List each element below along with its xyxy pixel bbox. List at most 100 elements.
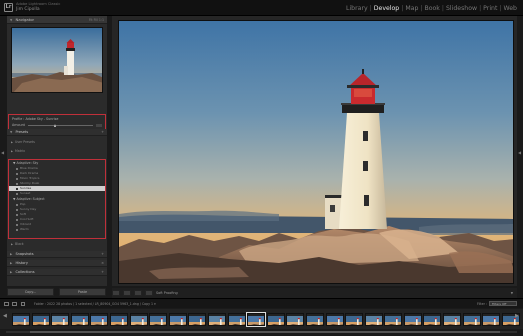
- module-map[interactable]: Map: [405, 5, 418, 12]
- lighthouse-photo: [119, 21, 513, 283]
- amount-value-field[interactable]: [96, 123, 102, 127]
- thumbnail-image: [13, 315, 29, 325]
- collections-title: Collections: [15, 270, 35, 274]
- history-header[interactable]: ▶ History ×: [7, 260, 107, 267]
- filmstrip-thumbnail[interactable]: [90, 312, 109, 326]
- before-after-button[interactable]: [123, 290, 131, 296]
- main-photo[interactable]: [118, 20, 514, 284]
- add-collection-icon[interactable]: +: [101, 269, 104, 276]
- module-separator: |: [499, 5, 502, 12]
- thumbnail-image: [208, 315, 225, 325]
- module-slideshow[interactable]: Slideshow: [446, 5, 477, 12]
- thumbnail-image: [424, 315, 441, 325]
- toolbar-menu-icon[interactable]: ▼: [511, 291, 513, 295]
- snapshots-header[interactable]: ▶ Snapshots +: [7, 251, 107, 258]
- module-print[interactable]: Print: [483, 5, 497, 12]
- module-book[interactable]: Book: [424, 5, 439, 12]
- filmstrip-thumbnail[interactable]: [345, 312, 364, 326]
- filmstrip-thumbnail[interactable]: [443, 312, 462, 326]
- filmstrip-thumbnail[interactable]: [168, 312, 187, 326]
- filmstrip-thumbnail[interactable]: [188, 312, 207, 326]
- soft-proofing-label[interactable]: Soft Proofing: [156, 290, 178, 296]
- filmstrip-thumbnail[interactable]: [423, 312, 442, 326]
- profile-amount-row: Amount: [9, 123, 105, 127]
- filmstrip-thumbnail[interactable]: [227, 312, 246, 326]
- clear-history-icon[interactable]: ×: [101, 260, 104, 267]
- preset-group-matrix[interactable]: ▶ Matrix: [11, 149, 25, 153]
- preset-item-label: Sunny Day: [20, 207, 37, 211]
- right-panel-expand-icon[interactable]: ◀: [518, 150, 521, 155]
- thumbnail-image: [444, 315, 461, 325]
- filmstrip-scroll-right-icon[interactable]: ▶: [515, 313, 519, 319]
- module-develop[interactable]: Develop: [374, 5, 399, 12]
- copy-settings-button[interactable]: [145, 290, 153, 296]
- preset-checkbox-icon: [16, 228, 18, 231]
- image-display-area: [112, 16, 517, 286]
- module-separator: |: [420, 5, 423, 12]
- swap-before-after-button[interactable]: [134, 290, 142, 296]
- navigator-preview-image: [12, 28, 102, 92]
- filmstrip-thumbnail[interactable]: [70, 312, 89, 326]
- main-window-icon[interactable]: [4, 302, 9, 306]
- filmstrip-scroll-left-icon[interactable]: ◀: [3, 313, 7, 319]
- module-web[interactable]: Web: [504, 5, 518, 12]
- filmstrip-thumbnail[interactable]: [482, 312, 501, 326]
- filmstrip-thumbnail[interactable]: [149, 312, 168, 326]
- navigator-header[interactable]: ▼ Navigator Fit Fill 1:1: [7, 16, 107, 24]
- filmstrip-thumbnail[interactable]: [384, 312, 403, 326]
- filmstrip-thumbnail[interactable]: [246, 311, 267, 327]
- snapshots-title: Snapshots: [15, 252, 34, 256]
- preset-checkbox-icon: [16, 187, 18, 190]
- preset-item-label: Moon Tropics: [20, 176, 40, 180]
- navigator-zoom-options[interactable]: Fit Fill 1:1: [89, 16, 104, 24]
- amount-slider-knob[interactable]: [53, 123, 56, 127]
- preset-item[interactable]: Sunset: [9, 191, 105, 196]
- filmstrip-thumbnail[interactable]: [403, 312, 422, 326]
- filmstrip-scrollbar[interactable]: [0, 329, 523, 336]
- top-bar: Lr Adobe Lightroom Classic Jim Cipolla L…: [0, 0, 523, 16]
- module-separator: |: [369, 5, 372, 12]
- preset-checkbox-icon: [16, 218, 18, 221]
- add-snapshot-icon[interactable]: +: [101, 251, 104, 258]
- copy-button[interactable]: Copy...: [7, 288, 54, 296]
- collections-header[interactable]: ▶ Collections +: [7, 269, 107, 276]
- left-panel: ▼ Navigator Fit Fill 1:1 Profile : Adobe…: [7, 16, 107, 286]
- thumbnail-image: [326, 315, 343, 325]
- filmstrip-thumbnail[interactable]: [266, 312, 285, 326]
- grid-view-icon[interactable]: [21, 302, 25, 306]
- thumbnail-image: [385, 315, 402, 325]
- loupe-view-button[interactable]: [112, 290, 120, 296]
- filmstrip-thumbnail[interactable]: [462, 312, 481, 326]
- left-panel-collapse-icon[interactable]: ◀: [1, 150, 4, 155]
- navigator-preview[interactable]: [11, 27, 103, 93]
- preset-group-user[interactable]: ▶ User Presets: [11, 140, 35, 144]
- thumbnail-image: [228, 315, 245, 325]
- filmstrip-thumbnail[interactable]: [364, 312, 383, 326]
- thumbnail-image: [463, 315, 480, 325]
- second-window-icon[interactable]: [12, 302, 17, 306]
- thumbnail-image: [91, 315, 108, 325]
- filmstrip-thumbnail[interactable]: [12, 312, 30, 326]
- presets-header[interactable]: ▼ Presets +: [7, 129, 107, 136]
- thumbnail-image: [71, 315, 88, 325]
- filmstrip-thumbnail[interactable]: [305, 312, 324, 326]
- preset-item[interactable]: Warm: [9, 227, 105, 232]
- filmstrip-thumbnail[interactable]: [109, 312, 128, 326]
- filmstrip-thumbnail[interactable]: [31, 312, 50, 326]
- filmstrip-thumbnail[interactable]: [325, 312, 344, 326]
- expand-triangle-icon: ▶: [11, 243, 13, 246]
- preset-item-label: Blue Drama: [20, 166, 38, 170]
- module-library[interactable]: Library: [346, 5, 368, 12]
- filmstrip-source-info[interactable]: Folder : 2022 28 photos / 1 selected / L…: [34, 301, 156, 307]
- scrollbar-thumb[interactable]: [30, 331, 500, 333]
- paste-button[interactable]: Paste: [59, 288, 106, 296]
- filter-dropdown[interactable]: Filters Off: [489, 301, 517, 306]
- amount-slider[interactable]: [27, 123, 93, 127]
- preset-group-black[interactable]: ▶ Black: [11, 242, 24, 246]
- filmstrip-thumbnail[interactable]: [129, 312, 148, 326]
- filmstrip-thumbnail[interactable]: [51, 312, 70, 326]
- add-preset-icon[interactable]: +: [101, 129, 104, 136]
- profile-label[interactable]: Profile : Adobe Sky - Sunrise: [9, 115, 105, 123]
- filmstrip-thumbnail[interactable]: [207, 312, 226, 326]
- filmstrip-thumbnail[interactable]: [286, 312, 305, 326]
